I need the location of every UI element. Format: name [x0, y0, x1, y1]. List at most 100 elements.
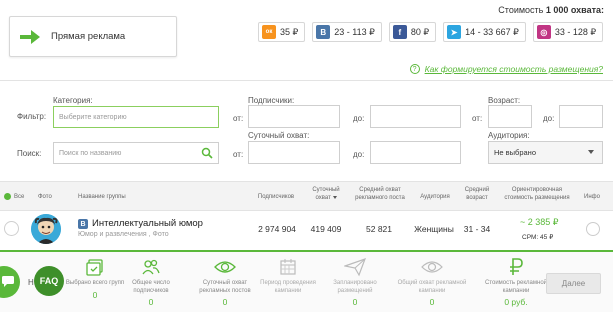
age-to-label: до:	[543, 114, 555, 123]
cost-info-link[interactable]: ? Как формируется стоимость размещения?	[409, 64, 603, 74]
eye-icon	[214, 256, 236, 278]
summary-stat-label: Общий охват рекламной кампании	[397, 280, 467, 294]
chat-icon	[2, 275, 14, 289]
subscribers-label: Подписчики:	[248, 96, 295, 105]
groups-icon	[84, 256, 106, 278]
summary-stat-value: 0	[352, 297, 358, 307]
subscribers-from-input[interactable]	[248, 105, 340, 128]
header-avg-reach[interactable]: Средний охват рекламного поста	[350, 186, 410, 202]
summary-stat-value: 0 руб.	[504, 297, 528, 307]
subscribers-from-label: от:	[233, 114, 244, 123]
summary-stat-label: Суточный охват рекламных постов	[199, 280, 251, 294]
filter-label: Фильтр:	[17, 112, 47, 121]
header-name[interactable]: Название группы	[78, 193, 126, 201]
summary-stat-label: Период проведения кампании	[260, 280, 316, 294]
info-icon[interactable]	[586, 222, 600, 236]
sort-desc-icon	[332, 196, 337, 199]
reach-to-label: до:	[353, 150, 365, 159]
price-badge: ◎ 33 - 128 ₽	[532, 22, 604, 42]
reach-from-label: от:	[233, 150, 244, 159]
cost-bold: 1 000 охвата:	[545, 5, 604, 15]
group-name[interactable]: Интеллектуальный юмор	[92, 218, 203, 229]
odnoklassniki-icon: ок	[262, 25, 276, 39]
daily-reach-value: 419 409	[310, 224, 342, 234]
faq-button[interactable]: FAQ	[34, 266, 64, 296]
ruble-icon	[505, 256, 527, 278]
chevron-down-icon	[588, 150, 594, 154]
cost-title: Стоимость 1 000 охвата:	[498, 5, 604, 15]
calendar-icon	[277, 256, 299, 278]
row-select-radio[interactable]	[4, 221, 19, 236]
reach-label: Суточный охват:	[248, 131, 310, 140]
audience-value: Женщины	[414, 224, 454, 234]
reach-to-input[interactable]	[370, 141, 461, 164]
arrow-right-icon	[19, 29, 41, 45]
cost-info-link-text[interactable]: Как формируется стоимость размещения?	[425, 64, 603, 74]
header-photo: Фото	[38, 194, 52, 200]
summary-stat-label: Стоимость рекламной кампании	[484, 280, 548, 294]
audience-select[interactable]: Не выбрано	[488, 141, 603, 164]
header-avg-age[interactable]: Средний возраст	[461, 186, 493, 202]
price-value: 23 - 113 ₽	[334, 26, 375, 37]
summary-stat-value: 0	[222, 297, 228, 307]
summary-stat-label: Запланировано размещений	[333, 280, 377, 294]
faq-partial-text: Н	[28, 278, 34, 287]
facebook-icon: f	[392, 25, 407, 39]
reach-from-input[interactable]	[248, 141, 340, 164]
subscribers-to-label: до:	[353, 114, 365, 123]
search-icon[interactable]	[201, 147, 213, 161]
summary-stat: Общий охват рекламной кампании 0	[397, 256, 467, 307]
direct-ad-label: Прямая реклама	[51, 31, 126, 42]
age-to-input[interactable]	[559, 105, 603, 128]
header-subscribers[interactable]: Подписчиков	[254, 193, 298, 201]
price-value: 35 ₽	[280, 26, 299, 37]
header-audience[interactable]: Аудитория	[411, 193, 459, 201]
age-from-input[interactable]	[488, 105, 532, 128]
table-row[interactable]: В Интеллектуальный юмор Юмор и развлечен…	[0, 211, 613, 248]
select-all-radio[interactable]	[4, 193, 11, 200]
subscribers-to-input[interactable]	[370, 105, 461, 128]
summary-bar: Выбрано всего групп 0 Общее число подписчи…	[0, 252, 613, 312]
vk-icon: В	[316, 25, 331, 39]
audience-value: Не выбрано	[494, 148, 536, 157]
price-value: 80 ₽	[410, 26, 430, 37]
summary-stat: Период проведения кампании	[253, 256, 323, 297]
divider	[0, 80, 613, 81]
price-badge: В 23 - 113 ₽	[312, 22, 382, 42]
header-daily-reach[interactable]: Суточный охват	[307, 186, 345, 202]
category-select[interactable]: Выберите категорию	[53, 106, 219, 128]
search-input[interactable]: Поиск по названию	[53, 142, 219, 164]
price-list: ок 35 ₽ В 23 - 113 ₽ f 80 ₽ ➤ 14 - 33 667 ₽ ◎ 33 …	[258, 22, 604, 42]
age-value: 31 - 34	[463, 224, 491, 234]
eye-outline-icon	[421, 256, 443, 278]
help-icon: ?	[409, 64, 420, 74]
price-value: 14 - 33 667 ₽	[465, 26, 519, 37]
search-placeholder: Поиск по названию	[59, 149, 122, 157]
search-label: Поиск:	[17, 149, 42, 158]
subscribers-count: 2 974 904	[258, 224, 296, 234]
price-badge: ок 35 ₽	[258, 22, 306, 42]
summary-stat-label: Общее число подписчиков	[132, 280, 170, 294]
price-badge: f 80 ₽	[388, 22, 437, 42]
summary-stat-value: 0	[429, 297, 435, 307]
age-from-label: от:	[472, 114, 483, 123]
direct-ad-button[interactable]: Прямая реклама	[9, 16, 177, 57]
price-value: ~ 2 385 ₽	[520, 217, 559, 227]
header-all[interactable]: Все	[14, 193, 24, 201]
age-label: Возраст:	[488, 96, 521, 105]
next-button[interactable]: Далее	[546, 273, 601, 294]
header-est-cost[interactable]: Ориентировочная стоимость размещения	[497, 186, 577, 202]
price-value: 33 - 128 ₽	[554, 26, 597, 37]
instagram-icon: ◎	[536, 25, 551, 39]
cost-prefix: Стоимость	[498, 5, 546, 15]
avg-reach-value: 52 821	[366, 224, 392, 234]
summary-stat: Стоимость рекламной кампании 0 руб.	[481, 256, 551, 307]
avatar	[31, 214, 61, 244]
summary-stat-value: 0	[148, 297, 154, 307]
telegram-icon: ➤	[447, 25, 462, 39]
category-label: Категория:	[53, 96, 93, 105]
cpm-value: CPM: 45 ₽	[522, 234, 554, 241]
summary-stat: Общее число подписчиков 0	[116, 256, 186, 307]
table-header: Все Фото Название группы Подписчиков Сут…	[0, 181, 613, 211]
price-badge: ➤ 14 - 33 667 ₽	[443, 22, 526, 42]
